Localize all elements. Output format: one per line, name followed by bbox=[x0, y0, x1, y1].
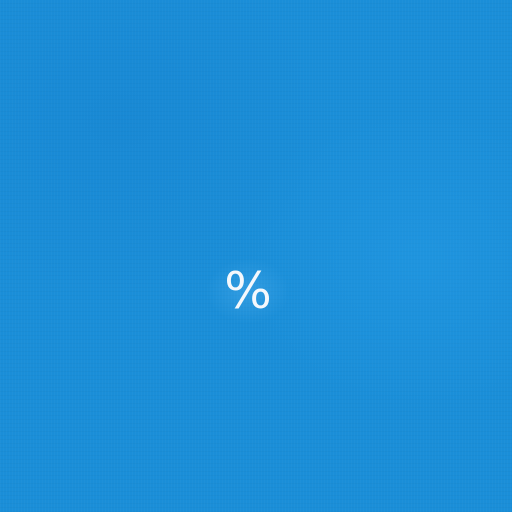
percent-indicator: % bbox=[206, 258, 290, 324]
blue-screen-background: % bbox=[0, 0, 512, 512]
percent-symbol: % bbox=[224, 262, 272, 320]
